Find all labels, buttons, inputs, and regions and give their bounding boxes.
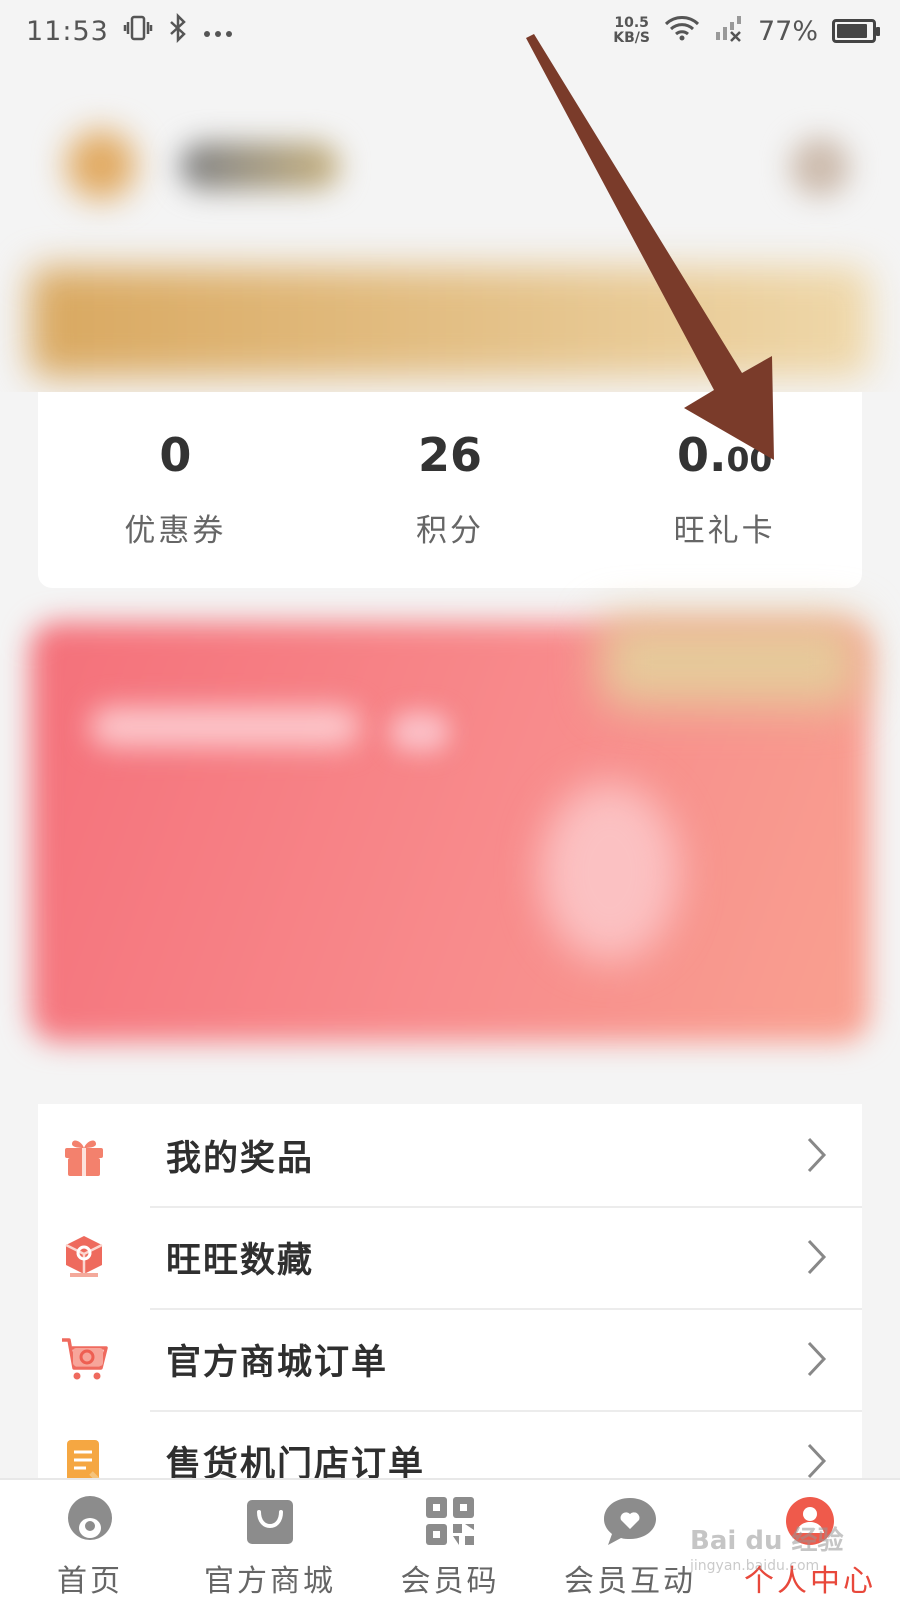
tab-label: 会员互动 — [564, 1564, 696, 1599]
chevron-right-icon — [807, 1443, 827, 1479]
points-count: 26 — [418, 428, 483, 482]
stat-coupons[interactable]: 0 优惠券 — [38, 392, 313, 588]
tab-label: 会员码 — [400, 1564, 500, 1599]
tab-label: 首页 — [57, 1564, 123, 1599]
chat-heart-icon — [601, 1494, 659, 1548]
status-bar-right: 10.5 KB/S 77% — [613, 14, 880, 49]
coupon-label: 优惠券 — [124, 513, 227, 549]
status-bar-left: 11:53 — [26, 12, 233, 50]
watermark-logo: Bai du 经验 — [690, 1526, 844, 1556]
gift-card-balance-main: 0. — [676, 428, 727, 482]
promo-banner-badge-blurred — [390, 712, 450, 752]
gift-card-balance-decimal: 00 — [726, 440, 773, 479]
network-speed-unit: KB/S — [613, 30, 650, 46]
status-bar: 11:53 10.5 KB/S 77% — [0, 0, 900, 62]
tab-label: 官方商城 — [204, 1564, 336, 1599]
stat-points[interactable]: 26 积分 — [313, 392, 588, 588]
points-label: 积分 — [416, 513, 484, 549]
battery-icon — [832, 19, 880, 43]
qr-code-icon — [421, 1494, 479, 1548]
gift-card-label: 旺礼卡 — [673, 513, 776, 549]
coupon-count: 0 — [159, 428, 192, 482]
menu-item-digital-collections[interactable]: 旺旺数藏 — [38, 1206, 862, 1308]
settings-icon[interactable] — [790, 137, 850, 197]
collection-cube-icon — [59, 1232, 109, 1282]
tab-home[interactable]: 首页 — [0, 1480, 180, 1600]
shopping-bag-icon — [241, 1494, 299, 1548]
status-time: 11:53 — [26, 15, 109, 47]
menu-item-label: 我的奖品 — [166, 1137, 315, 1179]
network-speed: 10.5 KB/S — [613, 16, 650, 46]
stat-gift-card[interactable]: 0.00 旺礼卡 — [587, 392, 862, 588]
promo-banner[interactable] — [30, 617, 870, 1042]
gift-icon — [59, 1130, 109, 1180]
chevron-right-icon — [807, 1137, 827, 1173]
battery-percent: 77% — [757, 15, 818, 47]
menu-item-label: 官方商城订单 — [166, 1341, 389, 1383]
wifi-icon — [664, 14, 700, 49]
gift-card-balance: 0.00 — [677, 425, 772, 485]
more-dots-icon — [203, 16, 233, 46]
chevron-right-icon — [807, 1341, 827, 1377]
member-level-banner[interactable] — [30, 267, 870, 377]
tab-official-mall[interactable]: 官方商城 — [180, 1480, 360, 1600]
home-icon — [61, 1494, 119, 1548]
user-name-blurred — [180, 142, 340, 190]
vibrate-icon — [123, 13, 153, 50]
stats-card: 0 优惠券 26 积分 0.00 旺礼卡 — [38, 392, 862, 588]
avatar[interactable] — [66, 130, 136, 200]
chevron-right-icon — [807, 1239, 827, 1275]
menu-item-label: 旺旺数藏 — [166, 1239, 315, 1281]
menu-list: 我的奖品 旺旺数藏 官方商城订单 售货机门店订单 — [38, 1104, 862, 1512]
watermark-url: jingyan.baidu.com — [690, 1558, 820, 1574]
bluetooth-icon — [167, 12, 189, 50]
menu-item-mall-orders[interactable]: 官方商城订单 — [38, 1308, 862, 1410]
promo-banner-image-blurred — [540, 782, 680, 962]
tab-member-code[interactable]: 会员码 — [360, 1480, 540, 1600]
promo-banner-corner — [600, 617, 860, 707]
network-speed-value: 10.5 — [614, 15, 649, 31]
promo-banner-title-blurred — [90, 707, 360, 747]
profile-header — [0, 62, 900, 392]
mall-cart-icon — [59, 1334, 109, 1384]
signal-icon — [714, 14, 744, 49]
menu-item-my-prizes[interactable]: 我的奖品 — [38, 1104, 862, 1206]
